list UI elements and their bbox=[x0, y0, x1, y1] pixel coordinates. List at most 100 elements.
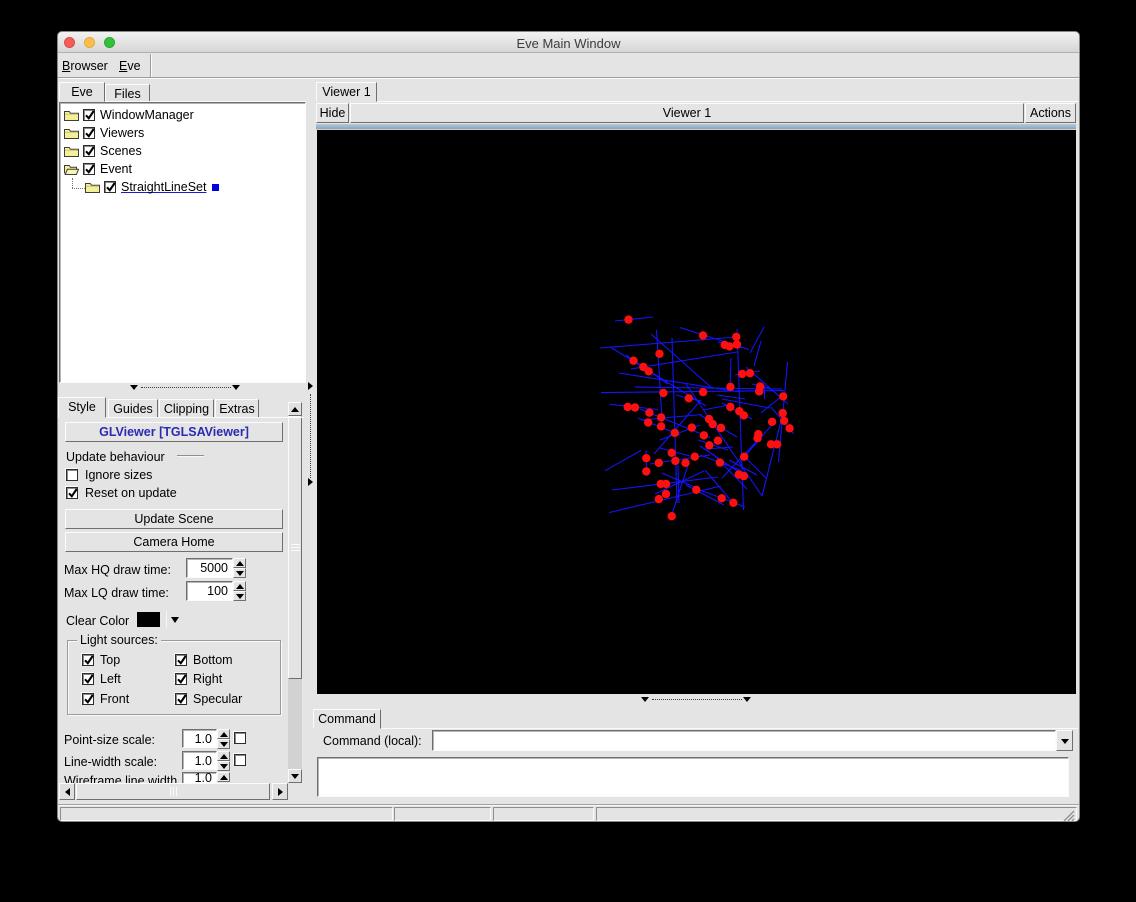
line-width-label: Line-width scale: bbox=[64, 755, 157, 769]
menu-browser[interactable]: Browser bbox=[62, 59, 108, 73]
status-bar bbox=[58, 804, 1079, 822]
status-part bbox=[394, 807, 491, 821]
light-specular-checkbox[interactable] bbox=[175, 693, 187, 705]
tree-item-event[interactable]: Event bbox=[64, 160, 132, 178]
style-hscrollbar[interactable] bbox=[59, 783, 288, 800]
camera-home-button[interactable]: Camera Home bbox=[65, 532, 283, 552]
spin-down-icon[interactable] bbox=[233, 591, 246, 601]
glviewer-button[interactable]: GLViewer [TGLSAViewer] bbox=[65, 422, 283, 442]
light-right-checkbox[interactable] bbox=[175, 673, 187, 685]
spin-up-icon[interactable] bbox=[217, 772, 230, 782]
hide-button[interactable]: Hide bbox=[316, 103, 349, 123]
color-dropdown-icon[interactable] bbox=[171, 617, 179, 623]
max-hq-input[interactable]: 5000 bbox=[186, 558, 233, 578]
straight-line-set-scene bbox=[317, 130, 1076, 694]
scroll-up-icon[interactable] bbox=[288, 402, 302, 416]
eve-main-window: Eve Main Window Browser Eve Eve Files Wi… bbox=[57, 31, 1080, 822]
spin-up-icon[interactable] bbox=[233, 558, 246, 568]
tab-files[interactable]: Files bbox=[105, 84, 150, 102]
command-dropdown-button[interactable] bbox=[1056, 730, 1073, 751]
scroll-left-icon[interactable] bbox=[59, 783, 75, 800]
max-lq-input[interactable]: 100 bbox=[186, 581, 233, 601]
light-specular-row: Specular bbox=[175, 692, 242, 706]
tab-viewer1[interactable]: Viewer 1 bbox=[316, 82, 377, 102]
spin-up-icon[interactable] bbox=[217, 729, 230, 739]
splitter-arrow-icon bbox=[232, 385, 240, 390]
tab-extras[interactable]: Extras bbox=[215, 399, 259, 418]
spin-down-icon[interactable] bbox=[217, 761, 230, 771]
tree-checkbox[interactable] bbox=[83, 127, 95, 139]
tree-item-windowmanager[interactable]: WindowManager bbox=[64, 106, 194, 124]
tree-checkbox[interactable] bbox=[83, 109, 95, 121]
tree-item-viewers[interactable]: Viewers bbox=[64, 124, 144, 142]
light-sources-group: Light sources: Top Bottom Left Right Fro… bbox=[67, 640, 281, 715]
point-size-input[interactable]: 1.0 bbox=[182, 729, 217, 748]
spin-down-icon[interactable] bbox=[233, 568, 246, 578]
light-right-row: Right bbox=[175, 672, 222, 686]
status-part bbox=[493, 807, 594, 821]
panel-splitter[interactable] bbox=[306, 82, 316, 801]
splitter-dots bbox=[141, 387, 231, 388]
tree-item-scenes[interactable]: Scenes bbox=[64, 142, 142, 160]
light-left-checkbox[interactable] bbox=[82, 673, 94, 685]
splitter-dots bbox=[310, 394, 311, 478]
viewer-title-bar[interactable]: Viewer 1 bbox=[350, 103, 1024, 123]
point-size-checkbox[interactable] bbox=[234, 732, 246, 744]
tab-command[interactable]: Command bbox=[313, 709, 381, 729]
spin-up-icon[interactable] bbox=[217, 751, 230, 761]
tree-item-straightlineset[interactable]: StraightLineSet bbox=[85, 178, 219, 196]
max-hq-spinner[interactable] bbox=[233, 558, 246, 578]
max-lq-spinner[interactable] bbox=[233, 581, 246, 601]
update-behaviour-heading: Update behaviour bbox=[66, 450, 165, 464]
clear-color-picker[interactable] bbox=[134, 610, 184, 630]
scroll-right-icon[interactable] bbox=[272, 783, 288, 800]
update-scene-button[interactable]: Update Scene bbox=[65, 509, 283, 529]
scroll-down-icon[interactable] bbox=[288, 769, 302, 783]
tab-style[interactable]: Style bbox=[58, 397, 106, 418]
tree-checkbox[interactable] bbox=[83, 145, 95, 157]
line-width-input[interactable]: 1.0 bbox=[182, 751, 217, 770]
spin-up-icon[interactable] bbox=[233, 581, 246, 591]
line-width-spinner[interactable] bbox=[217, 751, 230, 771]
light-top-checkbox[interactable] bbox=[82, 654, 94, 666]
menu-bar: Browser Eve bbox=[58, 54, 1079, 78]
tab-guides[interactable]: Guides bbox=[108, 399, 158, 418]
clear-color-swatch bbox=[137, 612, 160, 627]
actions-button[interactable]: Actions bbox=[1025, 103, 1076, 123]
point-size-spinner[interactable] bbox=[217, 729, 230, 749]
command-output[interactable] bbox=[317, 757, 1069, 797]
viewer-command-splitter[interactable] bbox=[316, 696, 1078, 704]
picker-divider bbox=[166, 611, 167, 628]
light-left-row: Left bbox=[82, 672, 121, 686]
hscroll-thumb[interactable] bbox=[76, 783, 270, 800]
wireframe-spinner[interactable] bbox=[217, 772, 230, 782]
ignore-sizes-row: Ignore sizes bbox=[66, 468, 152, 482]
item-color-swatch[interactable] bbox=[212, 184, 219, 191]
light-front-checkbox[interactable] bbox=[82, 693, 94, 705]
gl-viewport[interactable] bbox=[317, 130, 1076, 694]
tree-style-splitter[interactable] bbox=[59, 384, 306, 391]
vscroll-thumb[interactable] bbox=[288, 416, 302, 679]
tree-checkbox[interactable] bbox=[83, 163, 95, 175]
menu-separator-line bbox=[58, 77, 1079, 79]
splitter-arrow-icon bbox=[130, 385, 138, 390]
light-bottom-checkbox[interactable] bbox=[175, 654, 187, 666]
light-bottom-row: Bottom bbox=[175, 653, 233, 667]
resize-grip-icon[interactable] bbox=[1062, 809, 1075, 822]
line-width-checkbox[interactable] bbox=[234, 754, 246, 766]
light-front-row: Front bbox=[82, 692, 129, 706]
open-folder-icon bbox=[64, 163, 79, 175]
folder-icon bbox=[64, 109, 79, 121]
ignore-sizes-checkbox[interactable] bbox=[66, 469, 78, 481]
command-input[interactable] bbox=[432, 730, 1056, 751]
spin-down-icon[interactable] bbox=[217, 739, 230, 749]
title-bar[interactable]: Eve Main Window bbox=[58, 32, 1079, 53]
status-part bbox=[596, 807, 1077, 821]
tab-eve[interactable]: Eve bbox=[59, 82, 105, 102]
style-vscrollbar[interactable] bbox=[288, 402, 302, 783]
reset-on-update-checkbox[interactable] bbox=[66, 487, 78, 499]
vscroll-trough[interactable] bbox=[288, 679, 302, 769]
tree-checkbox[interactable] bbox=[104, 181, 116, 193]
tab-clipping[interactable]: Clipping bbox=[159, 399, 214, 418]
menu-eve[interactable]: Eve bbox=[119, 59, 141, 73]
